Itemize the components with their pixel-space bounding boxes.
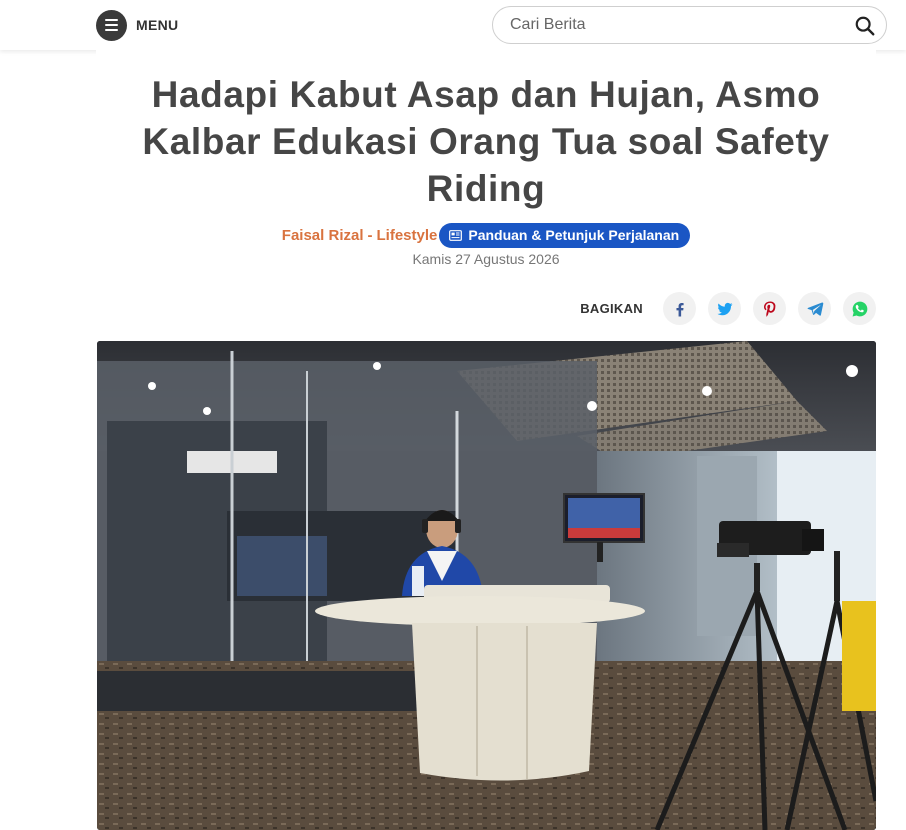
share-whatsapp-button[interactable] [843, 292, 876, 325]
tag-label: Panduan & Petunjuk Perjalanan [468, 227, 680, 243]
share-telegram-button[interactable] [798, 292, 831, 325]
search-box [492, 6, 887, 44]
pinterest-icon [763, 301, 775, 317]
search-input[interactable] [510, 15, 830, 35]
publish-date: Kamis 27 Agustus 2026 [412, 251, 560, 267]
menu-label: MENU [136, 17, 179, 33]
share-facebook-button[interactable] [663, 292, 696, 325]
twitter-icon [717, 302, 732, 315]
top-navbar: MENU [0, 0, 906, 50]
share-twitter-button[interactable] [708, 292, 741, 325]
article-photo [97, 341, 876, 830]
share-pinterest-button[interactable] [753, 292, 786, 325]
facebook-icon [675, 302, 684, 316]
article-title: Hadapi Kabut Asap dan Hujan, Asmo Kalbar… [142, 74, 830, 209]
tag-badge[interactable]: Panduan & Petunjuk Perjalanan [439, 222, 691, 248]
author-link[interactable]: Faisal Rizal [282, 227, 364, 244]
newspaper-icon [449, 229, 463, 241]
menu-button[interactable]: MENU [96, 9, 178, 41]
search-icon[interactable] [854, 15, 876, 37]
hamburger-icon [96, 9, 127, 41]
whatsapp-icon [852, 301, 867, 316]
studio-photo [97, 341, 876, 830]
category-link[interactable]: Lifestyle [377, 227, 438, 244]
article-meta: Faisal Rizal - Lifestyle Panduan & Petun… [96, 222, 876, 248]
meta-separator: - [367, 226, 373, 244]
telegram-icon [807, 301, 823, 316]
share-label: BAGIKAN [580, 301, 643, 316]
share-bar: BAGIKAN [580, 292, 876, 325]
